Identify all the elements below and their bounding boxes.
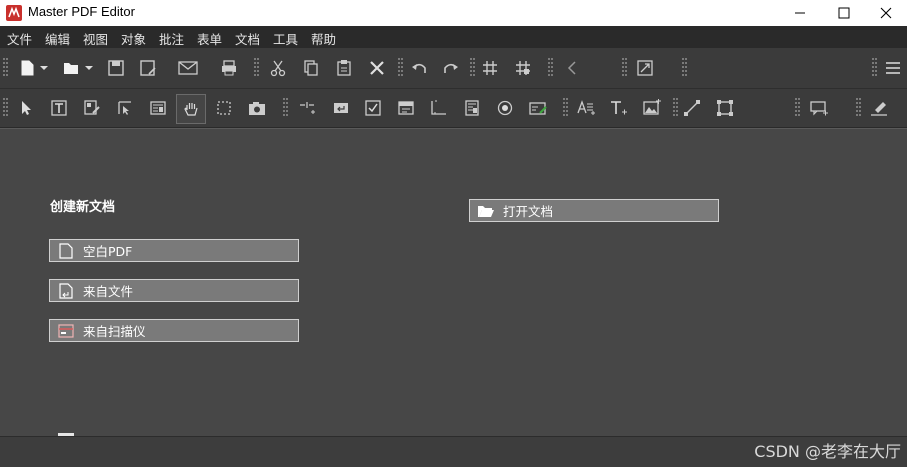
add-note-icon[interactable] xyxy=(808,97,830,119)
title-bar: Master PDF Editor xyxy=(0,0,907,26)
toolbar-grip[interactable] xyxy=(398,58,403,78)
menu-bar: 文件 编辑 视图 对象 批注 表单 文档 工具 帮助 xyxy=(0,26,907,48)
toolbar-grip[interactable] xyxy=(872,58,877,78)
add-text-list-icon[interactable] xyxy=(461,97,483,119)
add-text-icon[interactable] xyxy=(608,97,630,119)
open-folder-icon[interactable] xyxy=(60,57,82,79)
delete-icon[interactable] xyxy=(366,57,388,79)
hamburger-menu-icon[interactable] xyxy=(882,57,904,79)
watermark-text: CSDN @老李在大厅 xyxy=(754,442,901,461)
toolbar-grip[interactable] xyxy=(548,58,553,78)
from-file-label: 来自文件 xyxy=(83,284,134,299)
save-icon[interactable] xyxy=(105,57,127,79)
maximize-icon xyxy=(838,7,850,19)
hand-tool-icon[interactable] xyxy=(176,94,206,124)
draw-rectangle-icon[interactable] xyxy=(714,97,736,119)
add-button-field-icon[interactable] xyxy=(330,97,352,119)
edit-text-icon[interactable] xyxy=(48,97,70,119)
new-dropdown-chevron-icon[interactable] xyxy=(38,57,50,79)
fit-page-icon[interactable] xyxy=(634,57,656,79)
chevron-left-icon[interactable] xyxy=(561,57,583,79)
undo-icon[interactable] xyxy=(408,57,430,79)
toolbar-grip[interactable] xyxy=(682,58,687,78)
add-text-block-icon[interactable] xyxy=(575,97,597,119)
add-radio-button-icon[interactable] xyxy=(494,97,516,119)
toolbar-grip[interactable] xyxy=(795,98,800,118)
add-list-box-icon[interactable] xyxy=(428,97,450,119)
menu-tools[interactable]: 工具 xyxy=(273,29,298,48)
edit-object-icon[interactable] xyxy=(81,97,103,119)
toolbar-grip[interactable] xyxy=(856,98,861,118)
menu-file[interactable]: 文件 xyxy=(7,29,32,48)
add-signature-field-icon[interactable] xyxy=(527,97,549,119)
redo-icon[interactable] xyxy=(440,57,462,79)
maximize-button[interactable] xyxy=(821,0,867,26)
open-dropdown-chevron-icon[interactable] xyxy=(83,57,95,79)
from-scanner-button[interactable]: 来自扫描仪 xyxy=(49,319,299,342)
window-title: Master PDF Editor xyxy=(28,4,135,19)
tools-toolbar xyxy=(0,89,907,128)
email-icon[interactable] xyxy=(177,57,199,79)
open-document-label: 打开文档 xyxy=(503,204,554,219)
toolbar-grip[interactable] xyxy=(254,58,259,78)
menu-forms[interactable]: 表单 xyxy=(197,29,222,48)
minimize-icon xyxy=(795,12,805,14)
toolbar-grip[interactable] xyxy=(3,58,8,78)
new-document-icon[interactable] xyxy=(16,57,38,79)
toolbar-grip[interactable] xyxy=(470,58,475,78)
menu-view[interactable]: 视图 xyxy=(83,29,108,48)
draw-line-icon[interactable] xyxy=(681,97,703,119)
menu-annotate[interactable]: 批注 xyxy=(159,29,184,48)
close-icon xyxy=(880,7,892,19)
open-document-button[interactable]: 打开文档 xyxy=(469,199,719,222)
save-as-icon[interactable] xyxy=(137,57,159,79)
grid-icon[interactable] xyxy=(479,57,501,79)
cut-icon[interactable] xyxy=(267,57,289,79)
paste-icon[interactable] xyxy=(333,57,355,79)
menu-document[interactable]: 文档 xyxy=(235,29,260,48)
blank-page-icon xyxy=(57,242,75,260)
toolbar-grip[interactable] xyxy=(673,98,678,118)
menu-help[interactable]: 帮助 xyxy=(311,29,336,48)
menu-object[interactable]: 对象 xyxy=(121,29,146,48)
from-file-button[interactable]: 来自文件 xyxy=(49,279,299,302)
add-checkbox-icon[interactable] xyxy=(362,97,384,119)
form-fields-icon[interactable] xyxy=(147,97,169,119)
create-new-heading: 创建新文档 xyxy=(50,200,116,215)
select-pointer-icon[interactable] xyxy=(15,97,37,119)
menu-edit[interactable]: 编辑 xyxy=(45,29,70,48)
toolbar-grip[interactable] xyxy=(622,58,627,78)
blank-pdf-label: 空白PDF xyxy=(83,244,133,259)
snap-to-grid-icon[interactable] xyxy=(512,57,534,79)
minimize-button[interactable] xyxy=(777,0,823,26)
highlighter-icon[interactable] xyxy=(868,97,890,119)
from-scanner-label: 来自扫描仪 xyxy=(83,324,146,339)
add-image-icon[interactable] xyxy=(641,97,663,119)
snapshot-camera-icon[interactable] xyxy=(246,97,268,119)
main-toolbar xyxy=(0,48,907,126)
scanner-icon xyxy=(57,322,75,340)
toolbar-grip[interactable] xyxy=(563,98,568,118)
blank-pdf-button[interactable]: 空白PDF xyxy=(49,239,299,262)
close-window-button[interactable] xyxy=(865,0,907,26)
toolbar-grip[interactable] xyxy=(3,98,8,118)
add-text-field-icon[interactable] xyxy=(296,97,318,119)
copy-icon[interactable] xyxy=(300,57,322,79)
app-logo-icon xyxy=(6,5,22,21)
print-icon[interactable] xyxy=(218,57,240,79)
marquee-select-icon[interactable] xyxy=(213,97,235,119)
add-combo-box-icon[interactable] xyxy=(395,97,417,119)
toolbar-grip[interactable] xyxy=(283,98,288,118)
edit-form-icon[interactable] xyxy=(114,97,136,119)
from-file-icon xyxy=(57,282,75,300)
open-folder-icon xyxy=(477,202,495,220)
